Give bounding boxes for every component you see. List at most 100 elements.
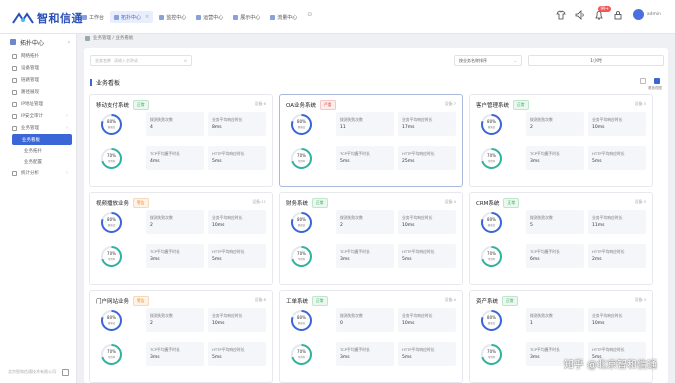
tab-1[interactable]: 拓扑中心 × (110, 11, 154, 23)
metric-box: TCP平均握手时长 3ms (146, 244, 204, 268)
gauge-value: 70% (487, 251, 496, 256)
close-icon[interactable]: × (145, 14, 149, 20)
metric-label: 拨测失败次数 (340, 313, 363, 318)
sidebar-item[interactable]: 路径展现 (0, 86, 76, 98)
availability-gauge: 70% 可用率 (100, 147, 123, 170)
metric-value: 10ms (402, 223, 415, 228)
sidebar-item-label: 设备管理 (21, 66, 39, 71)
tab-4[interactable]: 展示中心 (229, 11, 264, 23)
sidebar-subitem[interactable]: 业务配置 (0, 156, 76, 167)
metric-value: 4 (150, 125, 153, 130)
business-card[interactable]: 工单系统 正常 设备:4 80% 健康度 70% 可用率 拨测失败次数 0 业务平均响应时长 10m… (279, 290, 463, 383)
business-card[interactable]: 财务系统 正常 设备:4 80% 健康度 70% 可用率 拨测失败次数 2 业务平均响应时长 10m… (279, 192, 463, 285)
sidebar-subitem[interactable]: 业务看板 (12, 134, 72, 145)
metric-value: 3ms (340, 355, 350, 360)
sound-icon[interactable] (575, 9, 585, 20)
metric-box: 拨测失败次数 11 (336, 112, 394, 136)
network-icon (12, 53, 17, 59)
card-name: 工单系统 (286, 299, 309, 305)
metric-value: 6ms (530, 257, 540, 262)
shirt-icon[interactable] (556, 10, 566, 20)
metric-label: 业务平均响应时长 (402, 313, 433, 318)
business-card[interactable]: 客户管理系统 正常 设备:3 80% 健康度 70% 可用率 拨测失败次数 2 业务平均响应时长 1… (469, 94, 653, 187)
sidebar-item[interactable]: IP安全审计 › (0, 110, 76, 122)
tab-3[interactable]: 运营中心 (192, 11, 227, 23)
tab-0[interactable]: 工作台 (78, 11, 108, 23)
device-count: 设备:8 (254, 297, 266, 302)
lock-icon[interactable] (613, 10, 623, 20)
metric-box: TCP平均握手时长 3ms (336, 244, 394, 268)
metric-box: 业务平均响应时长 10ms (588, 112, 646, 136)
sidebar-item[interactable]: 设备管理 (0, 62, 76, 74)
metric-label: HTTP平均响应时长 (212, 249, 245, 254)
metric-value: 5ms (212, 159, 222, 164)
avatar[interactable] (632, 9, 644, 20)
tab-label: 流量中心 (277, 14, 298, 21)
status-badge: 正常 (312, 296, 328, 306)
gauge-label: 可用率 (297, 258, 306, 261)
metric-box: 拨测失败次数 5 (526, 210, 584, 234)
status-badge: 警告 (133, 296, 149, 306)
availability-gauge: 70% 可用率 (290, 343, 313, 366)
metric-label: 拨测失败次数 (530, 313, 553, 318)
brand-logo[interactable]: 智和信通 (12, 10, 83, 26)
sidebar-item[interactable]: 链路管理 (0, 74, 76, 86)
business-card[interactable]: CRM系统 正常 设备:3 80% 健康度 70% 可用率 拨测失败次数 5 业务平均响应时长 11… (469, 192, 653, 285)
metric-value: 3ms (530, 159, 540, 164)
device-count: 设备:4 (444, 199, 456, 204)
breadcrumb: 业务管理 / 业务看板 (85, 35, 133, 41)
sidebar-item[interactable]: 统计分析 › (0, 167, 76, 179)
metric-value: 3ms (530, 355, 540, 360)
metric-label: HTTP平均响应时长 (592, 347, 625, 352)
audit-icon (12, 113, 17, 119)
metric-value: 3ms (150, 257, 160, 262)
more-tabs-icon[interactable]: ⊙ (307, 11, 312, 23)
metric-box: 拨测失败次数 4 (146, 112, 204, 136)
username[interactable]: admin (647, 12, 661, 17)
sidebar-subitem[interactable]: 业务拓扑 (0, 145, 76, 156)
metric-label: HTTP平均响应时长 (212, 151, 245, 156)
availability-gauge: 70% 可用率 (480, 245, 503, 268)
gauge-label: 健康度 (297, 126, 306, 129)
metric-value: 10ms (212, 321, 225, 326)
metric-label: HTTP平均响应时长 (402, 151, 435, 156)
search-input[interactable]: 业务名称 请输入名称或 ⊗ (90, 55, 192, 66)
device-count: 设备:4 (444, 297, 456, 302)
metric-value: 3ms (340, 257, 350, 262)
metric-box: 拨测失败次数 0 (336, 308, 394, 332)
metric-value: 11ms (592, 223, 605, 228)
metric-value: 2 (150, 321, 153, 326)
card-title: 财务系统 正常 (286, 198, 328, 208)
period-select[interactable]: 1小时 (528, 55, 664, 66)
sidebar-item[interactable]: 网络拓扑 (0, 50, 76, 62)
metric-label: 拨测失败次数 (150, 117, 173, 122)
business-card[interactable]: 视频播放业务 警告 设备:11 80% 健康度 70% 可用率 拨测失败次数 2 业务平均响应时长… (89, 192, 273, 285)
collapse-icon[interactable]: ‹ (68, 39, 70, 46)
sort-select[interactable]: 按业务名称排序 ⌄ (454, 55, 522, 66)
metric-box: HTTP平均响应时长 5ms (208, 244, 266, 268)
list-view-icon[interactable] (640, 78, 646, 84)
metric-label: 业务平均响应时长 (592, 117, 623, 122)
grid-view-icon[interactable] (654, 78, 660, 84)
status-badge: 严重 (320, 100, 336, 110)
bell-icon[interactable]: 99+ (594, 5, 611, 20)
sidebar-item[interactable]: 业务管理 › (0, 122, 76, 134)
sidebar-menu: 网络拓扑 设备管理 链路管理 路径展现 IP地址管理 IP安全审计 › 业务管理 › 业务看板 业务… (0, 50, 76, 179)
sidebar-title: 拓扑中心 ‹ (0, 34, 76, 50)
metric-value: 2 (340, 223, 343, 228)
metric-box: 拨测失败次数 2 (336, 210, 394, 234)
menu-toggle-icon[interactable] (62, 369, 69, 376)
business-card[interactable]: 移动支付系统 正常 设备:6 80% 健康度 70% 可用率 拨测失败次数 4 业务平均响应时长 8… (89, 94, 273, 187)
metric-value: 10ms (592, 321, 605, 326)
tab-5[interactable]: 流量中心 (266, 11, 301, 23)
sidebar-item[interactable]: IP地址管理 (0, 98, 76, 110)
gauge-value: 80% (297, 217, 306, 222)
sidebar-item-label: IP地址管理 (21, 102, 44, 107)
sidebar-item-label: 统计分析 (21, 171, 39, 176)
card-name: OA业务系统 (286, 103, 316, 109)
metric-box: TCP平均握手时长 3ms (336, 342, 394, 366)
business-card[interactable]: 门户网站业务 警告 设备:8 80% 健康度 70% 可用率 拨测失败次数 2 业务平均响应时长 1… (89, 290, 273, 383)
clear-icon[interactable]: ⊗ (184, 58, 187, 63)
business-card[interactable]: OA业务系统 严重 设备:7 80% 健康度 70% 可用率 拨测失败次数 11 业务平均响应时长… (279, 94, 463, 187)
tab-2[interactable]: 监控中心 (155, 11, 190, 23)
